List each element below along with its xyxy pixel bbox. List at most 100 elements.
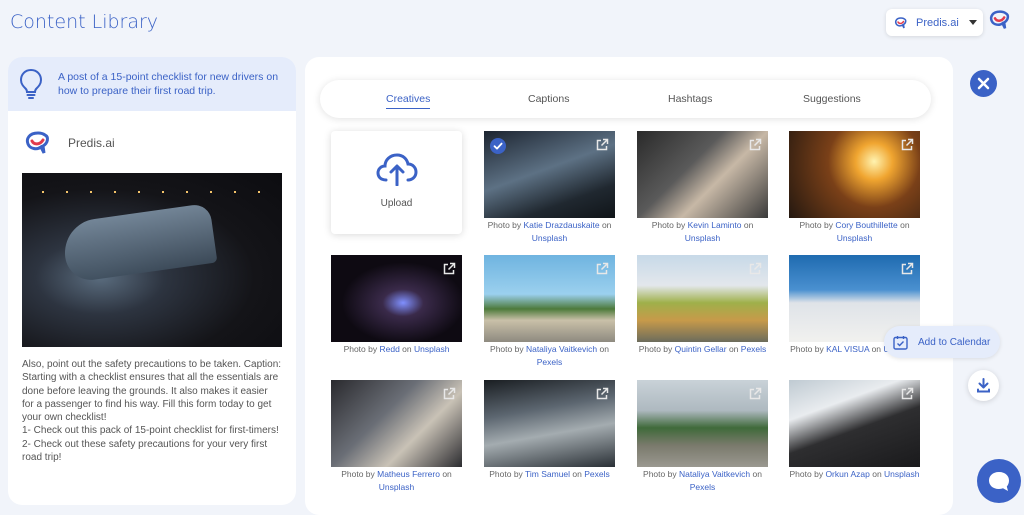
media-thumbnail[interactable]	[484, 131, 615, 218]
credit-mid: on	[869, 469, 885, 479]
photo-credit: Photo by Nataliya Vaitkevich on Pexels	[484, 343, 615, 369]
external-link-icon[interactable]	[900, 138, 914, 152]
add-to-calendar-label: Add to Calendar	[918, 336, 991, 348]
tab-suggestions[interactable]: Suggestions	[803, 93, 861, 105]
prompt-text: A post of a 15-point checklist for new d…	[58, 71, 279, 97]
credit-prefix: Photo by	[341, 469, 378, 479]
photo-credit: Photo by Redd on Unsplash	[331, 343, 462, 356]
source-link[interactable]: Unsplash	[414, 344, 449, 354]
credit-prefix: Photo by	[789, 469, 826, 479]
media-thumbnail[interactable]	[637, 380, 768, 467]
post-text-line: 2- Check out these safety precautions fo…	[22, 438, 268, 464]
author-link[interactable]: Orkun Azap	[825, 469, 869, 479]
tab-bar: Creatives Captions Hashtags Suggestions	[320, 80, 931, 118]
author-link[interactable]: Nataliya Vaitkevich	[679, 469, 750, 479]
check-icon[interactable]	[490, 138, 506, 154]
tab-hashtags[interactable]: Hashtags	[668, 93, 712, 105]
author-link[interactable]: Cory Bouthillette	[835, 220, 897, 230]
source-link[interactable]: Pexels	[690, 482, 716, 492]
brand-name: Predis.ai	[68, 136, 115, 150]
credit-prefix: Photo by	[490, 344, 526, 354]
credit-mid: on	[726, 344, 741, 354]
credit-prefix: Photo by	[487, 220, 524, 230]
predis-logo-icon	[894, 16, 907, 28]
photo-credit: Photo by Orkun Azap on Unsplash	[789, 468, 920, 481]
external-link-icon[interactable]	[748, 262, 762, 276]
external-link-icon[interactable]	[900, 262, 914, 276]
external-link-icon[interactable]	[595, 138, 609, 152]
photo-credit: Photo by Tim Samuel on Pexels	[484, 468, 615, 481]
photo-credit: Photo by Quintin Gellar on Pexels	[637, 343, 768, 356]
external-link-icon[interactable]	[442, 387, 456, 401]
photo-credit: Photo by Matheus Ferrero on Unsplash	[331, 468, 462, 494]
media-tile[interactable]: Photo by Matheus Ferrero on Unsplash	[331, 380, 462, 494]
author-link[interactable]: Matheus Ferrero	[377, 469, 440, 479]
source-link[interactable]: Unsplash	[379, 482, 414, 492]
source-link[interactable]: Unsplash	[532, 233, 567, 243]
brand-select[interactable]: Predis.ai	[886, 9, 983, 36]
source-link[interactable]: Unsplash	[884, 469, 919, 479]
source-link[interactable]: Unsplash	[685, 233, 720, 243]
photo-credit: Photo by Kevin Laminto on Unsplash	[637, 219, 768, 245]
media-thumbnail[interactable]	[789, 380, 920, 467]
media-thumbnail[interactable]	[637, 255, 768, 342]
credit-mid: on	[439, 469, 452, 479]
tab-creatives[interactable]: Creatives	[386, 93, 431, 109]
external-link-icon[interactable]	[595, 387, 609, 401]
media-thumbnail[interactable]	[331, 255, 462, 342]
media-tile[interactable]: Photo by Redd on Unsplash	[331, 255, 462, 356]
media-tile[interactable]: Photo by Tim Samuel on Pexels	[484, 380, 615, 481]
external-link-icon[interactable]	[442, 262, 456, 276]
upload-button[interactable]: Upload	[331, 131, 462, 234]
author-link[interactable]: Katie Drazdauskaite	[524, 220, 600, 230]
chevron-down-icon[interactable]	[969, 20, 977, 25]
author-link[interactable]: KAL VISUA	[826, 344, 869, 354]
external-link-icon[interactable]	[748, 387, 762, 401]
add-to-calendar-button[interactable]: Add to Calendar	[884, 326, 1000, 358]
close-button[interactable]	[970, 70, 997, 97]
media-tile[interactable]: Photo by Orkun Azap on Unsplash	[789, 380, 920, 481]
post-preview-panel: A post of a 15-point checklist for new d…	[8, 57, 296, 505]
external-link-icon[interactable]	[748, 138, 762, 152]
media-tile[interactable]: Photo by Katie Drazdauskaite on Unsplash	[484, 131, 615, 245]
source-link[interactable]: Pexels	[584, 469, 610, 479]
media-tile[interactable]: Photo by Kevin Laminto on Unsplash	[637, 131, 768, 245]
predis-logo-icon	[989, 10, 1010, 29]
download-icon	[977, 378, 990, 393]
source-link[interactable]: Pexels	[741, 344, 767, 354]
post-caption-text: Also, point out the safety precautions t…	[8, 347, 296, 475]
media-thumbnail[interactable]	[331, 380, 462, 467]
brand-select-label: Predis.ai	[916, 16, 959, 29]
credit-prefix: Photo by	[343, 344, 380, 354]
calendar-check-icon	[893, 335, 908, 350]
close-icon	[977, 77, 990, 90]
media-tile[interactable]: Photo by Cory Bouthillette on Unsplash	[789, 131, 920, 245]
author-link[interactable]: Nataliya Vaitkevich	[526, 344, 597, 354]
credit-mid: on	[399, 344, 414, 354]
media-thumbnail[interactable]	[484, 255, 615, 342]
author-link[interactable]: Quintin Gellar	[675, 344, 727, 354]
media-thumbnail[interactable]	[789, 131, 920, 218]
author-link[interactable]: Redd	[379, 344, 399, 354]
media-tile[interactable]: Photo by Nataliya Vaitkevich on Pexels	[484, 255, 615, 369]
download-button[interactable]	[968, 370, 999, 401]
author-link[interactable]: Tim Samuel	[525, 469, 570, 479]
source-link[interactable]: Unsplash	[837, 233, 872, 243]
author-link[interactable]: Kevin Laminto	[688, 220, 742, 230]
post-text-line: Also, point out the safety precautions t…	[22, 359, 282, 424]
credit-prefix: Photo by	[790, 344, 827, 354]
external-link-icon[interactable]	[595, 262, 609, 276]
media-thumbnail[interactable]	[637, 131, 768, 218]
prompt-bar: A post of a 15-point checklist for new d…	[8, 57, 296, 111]
source-link[interactable]: Pexels	[537, 357, 563, 367]
upload-label: Upload	[380, 198, 413, 209]
credit-mid: on	[869, 344, 884, 354]
chat-button[interactable]	[977, 459, 1021, 503]
tab-captions[interactable]: Captions	[528, 93, 569, 105]
external-link-icon[interactable]	[900, 387, 914, 401]
app-logo[interactable]	[988, 10, 1012, 35]
media-tile[interactable]: Photo by Quintin Gellar on Pexels	[637, 255, 768, 356]
media-thumbnail[interactable]	[484, 380, 615, 467]
credit-mid: on	[750, 469, 762, 479]
media-tile[interactable]: Photo by Nataliya Vaitkevich on Pexels	[637, 380, 768, 494]
